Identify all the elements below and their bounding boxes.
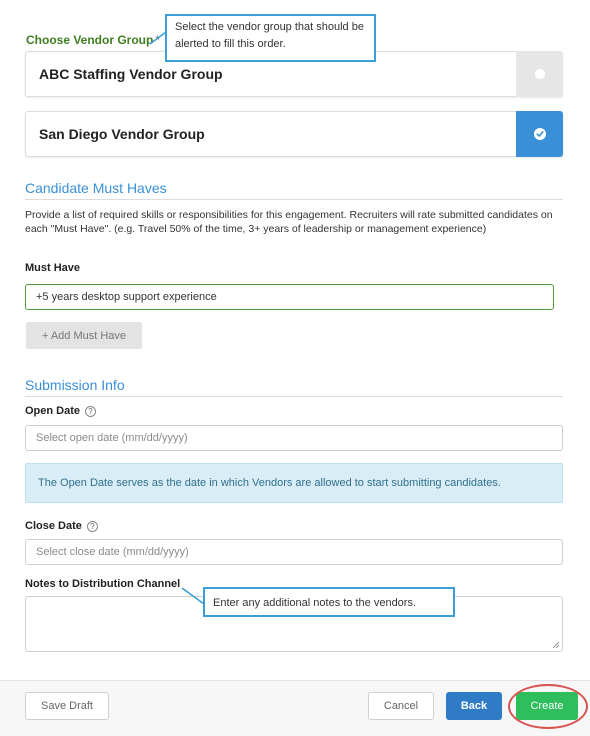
open-date-placeholder: Select open date (mm/dd/yyyy) <box>36 432 188 444</box>
close-date-label-text: Close Date <box>25 520 82 532</box>
vendor-group-label: Choose Vendor Group * <box>26 33 160 47</box>
open-date-input[interactable]: Select open date (mm/dd/yyyy) <box>25 425 563 451</box>
section-divider <box>25 396 563 397</box>
must-haves-section-title: Candidate Must Haves <box>25 180 167 196</box>
must-have-label: Must Have <box>25 262 81 274</box>
must-have-input[interactable]: +5 years desktop support experience <box>25 284 554 310</box>
resize-grip-icon[interactable] <box>552 641 560 649</box>
help-circle-icon[interactable]: ? <box>85 406 97 417</box>
vendor-option-toggle[interactable] <box>516 111 563 157</box>
close-date-placeholder: Select close date (mm/dd/yyyy) <box>36 546 189 558</box>
add-must-have-button[interactable]: + Add Must Have <box>26 322 142 349</box>
close-date-label: Close Date? <box>25 520 98 532</box>
submission-section-title: Submission Info <box>25 377 125 393</box>
required-marker: * <box>155 33 161 47</box>
notes-label: Notes to Distribution Channel <box>25 578 181 590</box>
vendor-option-name: San Diego Vendor Group <box>39 126 205 142</box>
vendor-option-toggle[interactable] <box>516 51 563 97</box>
check-icon <box>533 128 546 140</box>
help-circle-icon[interactable]: ? <box>86 521 98 532</box>
must-have-value: +5 years desktop support experience <box>36 291 217 303</box>
open-date-label-text: Open Date <box>25 405 81 417</box>
section-divider <box>25 199 563 200</box>
cancel-button[interactable]: Cancel <box>368 692 434 720</box>
back-button[interactable]: Back <box>446 692 502 720</box>
vendor-option-san-diego[interactable]: San Diego Vendor Group <box>25 111 563 157</box>
open-date-info-alert: The Open Date serves as the date in whic… <box>25 463 563 503</box>
close-date-input[interactable]: Select close date (mm/dd/yyyy) <box>25 539 563 565</box>
save-draft-button[interactable]: Save Draft <box>25 692 109 720</box>
radio-dot-icon <box>534 69 545 79</box>
must-haves-description: Provide a list of required skills or res… <box>25 209 553 235</box>
open-date-label: Open Date? <box>25 405 97 417</box>
vendor-option-name: ABC Staffing Vendor Group <box>39 66 223 82</box>
create-highlight-circle <box>508 684 588 729</box>
vendor-group-label-text: Choose Vendor Group <box>26 33 154 47</box>
notes-callout: Enter any additional notes to the vendor… <box>203 587 455 617</box>
vendor-group-callout: Select the vendor group that should be a… <box>165 14 376 62</box>
